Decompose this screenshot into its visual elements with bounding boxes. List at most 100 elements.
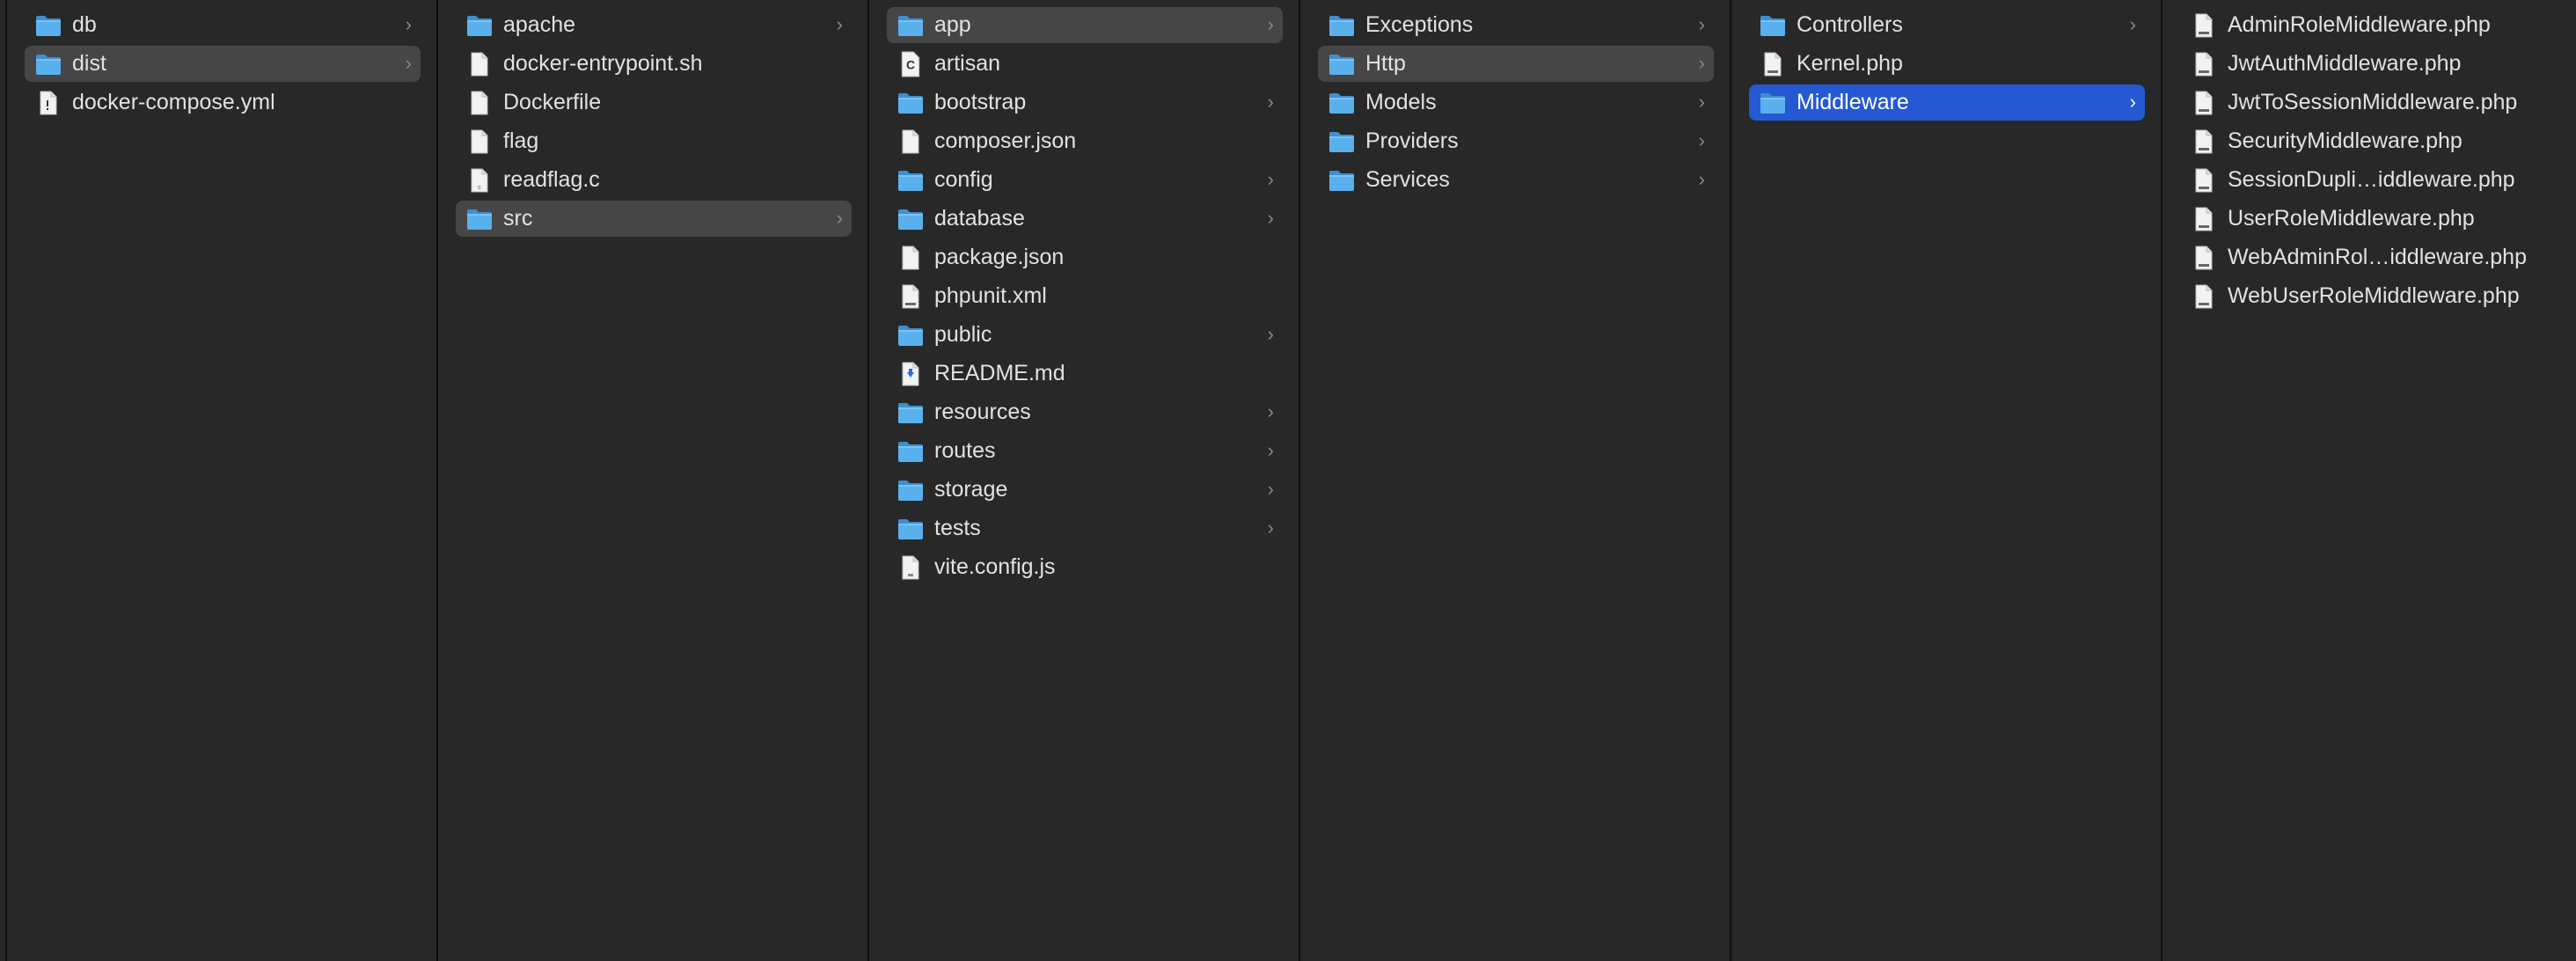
item-label: Providers: [1365, 128, 1459, 153]
php-file-icon: [2191, 245, 2217, 271]
file-row[interactable]: WebUserRoleMiddleware.php: [2180, 278, 2567, 314]
file-row[interactable]: vite.config.js: [887, 549, 1283, 585]
folder-row[interactable]: apache ›: [456, 7, 852, 43]
yaml-file-icon: [35, 90, 62, 116]
chevron-right-icon: ›: [1267, 478, 1274, 500]
file-row[interactable]: docker-entrypoint.sh: [456, 46, 852, 82]
file-row[interactable]: JwtAuthMiddleware.php: [2180, 46, 2567, 82]
item-label: src: [503, 206, 533, 231]
file-row[interactable]: AdminRoleMiddleware.php: [2180, 7, 2567, 43]
php-file-icon: [2191, 167, 2217, 194]
item-label: resources: [934, 400, 1031, 424]
folder-icon: [897, 12, 924, 39]
file-row[interactable]: docker-compose.yml: [25, 84, 421, 121]
file-row[interactable]: SecurityMiddleware.php: [2180, 123, 2567, 159]
folder-icon: [1328, 51, 1355, 77]
folder-row[interactable]: src ›: [456, 201, 852, 237]
folder-icon: [35, 12, 62, 39]
item-label: vite.config.js: [934, 554, 1056, 579]
svg-text:C: C: [906, 57, 915, 71]
file-row[interactable]: phpunit.xml: [887, 278, 1283, 314]
svg-text:c: c: [478, 185, 481, 191]
item-label: readflag.c: [503, 167, 600, 192]
file-row[interactable]: package.json: [887, 239, 1283, 275]
folder-icon: [897, 167, 924, 194]
item-label: public: [934, 322, 992, 347]
folder-row[interactable]: resources ›: [887, 394, 1283, 430]
file-row[interactable]: Cartisan: [887, 46, 1283, 82]
chevron-right-icon: ›: [1698, 91, 1705, 113]
file-row[interactable]: composer.json: [887, 123, 1283, 159]
item-label: tests: [934, 516, 981, 540]
item-label: README.md: [934, 361, 1065, 385]
folder-row[interactable]: Providers ›: [1318, 123, 1714, 159]
folder-icon: [35, 51, 62, 77]
column-browser: db › dist › docker-compose.yml apache › docker-…: [0, 0, 2576, 961]
folder-icon: [897, 516, 924, 542]
chevron-right-icon: ›: [1698, 129, 1705, 151]
folder-row[interactable]: tests ›: [887, 510, 1283, 547]
item-label: Kernel.php: [1797, 51, 1903, 76]
php-file-icon: [2191, 90, 2217, 116]
item-label: flag: [503, 128, 539, 153]
item-label: Exceptions: [1365, 12, 1474, 37]
item-label: storage: [934, 477, 1008, 502]
item-label: database: [934, 206, 1025, 231]
document-icon: [466, 128, 493, 155]
item-label: JwtAuthMiddleware.php: [2228, 51, 2462, 76]
folder-icon: [1328, 90, 1355, 116]
file-row[interactable]: flag: [456, 123, 852, 159]
folder-row[interactable]: public ›: [887, 317, 1283, 353]
chevron-right-icon: ›: [1267, 439, 1274, 461]
folder-row[interactable]: Models ›: [1318, 84, 1714, 121]
chevron-right-icon: ›: [1267, 207, 1274, 229]
chevron-right-icon: ›: [2129, 13, 2136, 35]
file-row[interactable]: Kernel.php: [1749, 46, 2145, 82]
folder-row[interactable]: database ›: [887, 201, 1283, 237]
folder-row[interactable]: Http ›: [1318, 46, 1714, 82]
document-icon: [466, 90, 493, 116]
item-label: routes: [934, 438, 996, 463]
chevron-right-icon: ›: [1698, 52, 1705, 74]
chevron-right-icon: ›: [1267, 400, 1274, 422]
file-row[interactable]: c readflag.c: [456, 162, 852, 198]
chevron-right-icon: ›: [1267, 517, 1274, 539]
folder-row[interactable]: storage ›: [887, 472, 1283, 508]
chevron-right-icon: ›: [836, 207, 843, 229]
folder-row[interactable]: Services ›: [1318, 162, 1714, 198]
folder-row[interactable]: db ›: [25, 7, 421, 43]
item-label: composer.json: [934, 128, 1077, 153]
chevron-right-icon: ›: [1267, 13, 1274, 35]
file-row[interactable]: README.md: [887, 356, 1283, 392]
file-row[interactable]: UserRoleMiddleware.php: [2180, 201, 2567, 237]
file-row[interactable]: JwtToSessionMiddleware.php: [2180, 84, 2567, 121]
browser-column-4: Exceptions › Http › Models › Providers › Service…: [1299, 0, 1731, 961]
folder-row[interactable]: bootstrap ›: [887, 84, 1283, 121]
folder-row[interactable]: routes ›: [887, 433, 1283, 469]
document-icon: [897, 128, 924, 155]
folder-row[interactable]: app ›: [887, 7, 1283, 43]
folder-icon: [1328, 128, 1355, 155]
browser-column-1: db › dist › docker-compose.yml: [5, 0, 438, 961]
document-icon: [897, 245, 924, 271]
item-label: docker-compose.yml: [72, 90, 275, 114]
item-label: WebAdminRol…iddleware.php: [2228, 245, 2527, 269]
folder-row[interactable]: config ›: [887, 162, 1283, 198]
file-row[interactable]: WebAdminRol…iddleware.php: [2180, 239, 2567, 275]
chevron-right-icon: ›: [405, 13, 412, 35]
chevron-right-icon: ›: [1267, 168, 1274, 190]
folder-row[interactable]: Middleware ›: [1749, 84, 2145, 121]
markdown-file-icon: [897, 361, 924, 387]
folder-icon: [1760, 12, 1786, 39]
item-label: db: [72, 12, 97, 37]
file-row[interactable]: Dockerfile: [456, 84, 852, 121]
chevron-right-icon: ›: [836, 13, 843, 35]
file-row[interactable]: SessionDupli…iddleware.php: [2180, 162, 2567, 198]
folder-row[interactable]: Controllers ›: [1749, 7, 2145, 43]
executable-icon: C: [897, 51, 924, 77]
item-label: phpunit.xml: [934, 283, 1047, 308]
folder-row[interactable]: dist ›: [25, 46, 421, 82]
browser-column-3: app › Cartisan bootstrap › composer.json confi…: [867, 0, 1300, 961]
folder-row[interactable]: Exceptions ›: [1318, 7, 1714, 43]
c-file-icon: c: [466, 167, 493, 194]
